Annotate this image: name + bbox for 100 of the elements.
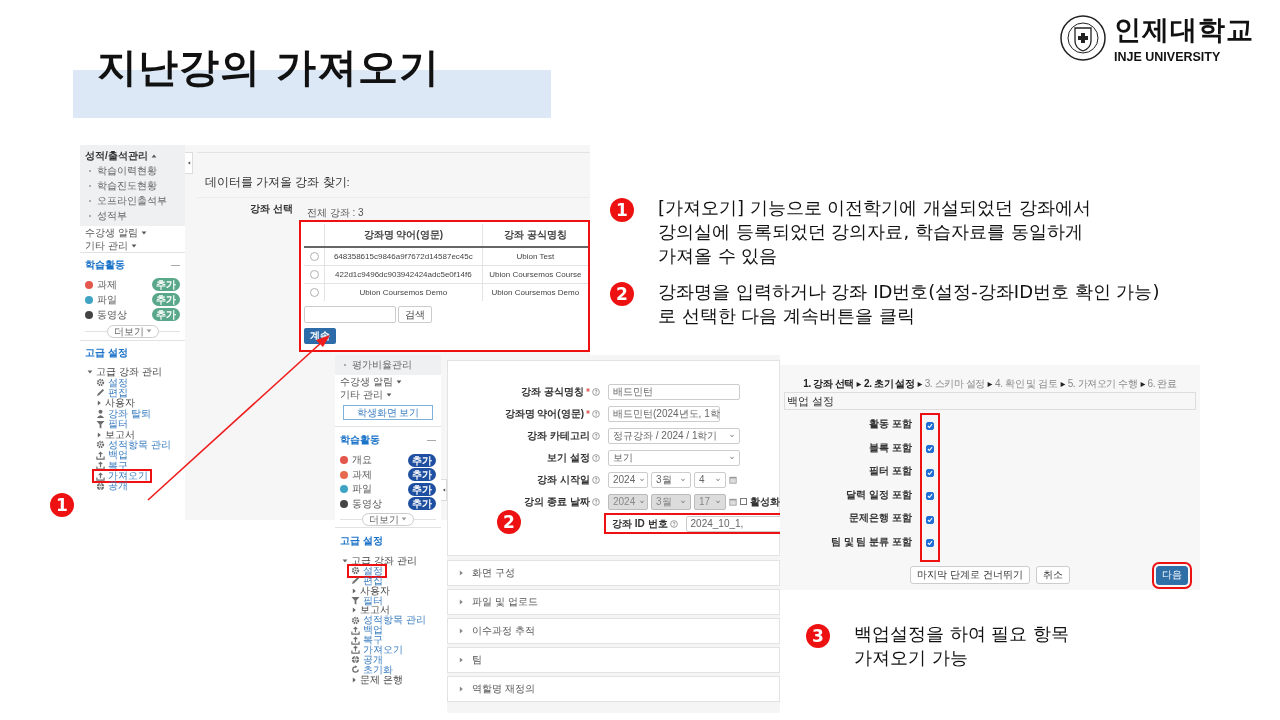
cancel-button[interactable]: 취소 bbox=[1035, 566, 1070, 585]
arrow-icon bbox=[916, 380, 923, 388]
option-label: 달력 일정 포함 bbox=[846, 487, 912, 502]
menu-link[interactable]: 성적항목 관리 bbox=[94, 439, 173, 451]
checkbox[interactable] bbox=[926, 492, 934, 501]
collapsible-section[interactable]: 화면 구성 bbox=[447, 560, 780, 586]
logo-title: 인제대학교 bbox=[1114, 13, 1254, 47]
menu-link[interactable]: 보고서 bbox=[94, 429, 137, 440]
seal-icon bbox=[1060, 15, 1106, 61]
menu-link[interactable]: 복구 bbox=[349, 635, 385, 645]
search-button[interactable]: 검색 bbox=[398, 306, 432, 323]
checkbox[interactable] bbox=[926, 445, 934, 454]
menu-link[interactable]: 필터 bbox=[94, 418, 130, 430]
field-label: 강의 종료 날짜 bbox=[524, 494, 590, 509]
collapsible-section[interactable]: 팀 bbox=[447, 647, 780, 673]
note-text: 강좌명을 입력하거나 강좌 ID번호(설정-강좌ID번호 확인 가능) 로 선택한 다음 계속버튼을 클릭 bbox=[658, 280, 1160, 328]
menu-link[interactable]: 고급 강좌 관리 bbox=[85, 367, 164, 378]
tray-arrow-icon bbox=[351, 645, 360, 655]
menu-link[interactable]: 성적부 bbox=[97, 208, 127, 223]
search-field[interactable] bbox=[304, 306, 396, 323]
step-label: 4. 확인 및 검토 bbox=[995, 377, 1058, 391]
field-label: 강좌명 약어(영문) bbox=[504, 406, 584, 421]
add-button[interactable]: 추가 bbox=[408, 453, 436, 467]
section-title: 고급 설정 bbox=[340, 534, 383, 548]
calendar-icon bbox=[729, 475, 737, 484]
menu-link[interactable]: 강좌 탈퇴 bbox=[94, 408, 153, 419]
table-cell: Ubion Coursemos Course bbox=[482, 265, 588, 284]
menu-link[interactable]: 문제 은행 bbox=[349, 674, 405, 685]
skip-button[interactable]: 마지막 단계로 건너뛰기 bbox=[910, 566, 1030, 585]
menu-item[interactable]: 수강생 알림 bbox=[340, 374, 393, 389]
menu-link[interactable]: 편집 bbox=[349, 575, 385, 586]
menu-heading[interactable]: 성적/출석관리 bbox=[85, 148, 148, 163]
menu-link[interactable]: 초기화 bbox=[349, 664, 395, 675]
text-field[interactable]: 배드민턴(2024년도, 1학 bbox=[608, 405, 720, 422]
dropdown[interactable]: 3월 bbox=[651, 471, 691, 488]
radio-button[interactable] bbox=[309, 270, 319, 280]
collapsible-section[interactable]: 파일 및 업로드 bbox=[447, 589, 780, 615]
collapsible-section[interactable]: 역할명 재정의 bbox=[447, 676, 780, 702]
menu-link[interactable]: 백업 bbox=[349, 625, 385, 636]
menu-link[interactable]: 성적항목 관리 bbox=[349, 615, 428, 626]
field-label: 강좌 선택 bbox=[249, 202, 294, 216]
activity-label: 동영상 bbox=[352, 496, 383, 511]
radio-button[interactable] bbox=[309, 288, 319, 298]
checkbox[interactable] bbox=[926, 421, 934, 430]
menu-link[interactable]: 설정 bbox=[94, 377, 130, 388]
student-view-button[interactable]: 학생화면 보기 bbox=[343, 405, 433, 420]
menu-link[interactable]: 가져오기 bbox=[94, 470, 150, 482]
dropdown[interactable]: 보기 bbox=[608, 449, 740, 466]
add-button[interactable]: 추가 bbox=[408, 468, 436, 482]
more-button[interactable]: 더보기 bbox=[362, 512, 414, 526]
menu-item[interactable]: 기타 관리 bbox=[85, 238, 128, 253]
menu-link[interactable]: 편집 bbox=[94, 387, 130, 399]
table-cell: Ubion Coursemos Demo bbox=[482, 283, 588, 301]
checkbox[interactable] bbox=[926, 515, 934, 524]
radio-button[interactable] bbox=[309, 252, 319, 262]
refresh-icon bbox=[351, 665, 360, 675]
text-field[interactable]: 2024_10_1, bbox=[685, 515, 780, 532]
dropdown[interactable]: 2024 bbox=[608, 471, 648, 488]
field-label: 강좌 카테고리 bbox=[527, 428, 590, 443]
menu-item[interactable]: 기타 관리 bbox=[340, 387, 383, 402]
add-button[interactable]: 추가 bbox=[408, 482, 436, 496]
menu-item[interactable]: 수강생 알림 bbox=[85, 225, 138, 240]
menu-link[interactable]: 복구 bbox=[94, 460, 130, 471]
collapsible-section[interactable]: 이수과정 추적 bbox=[447, 618, 780, 644]
collapse-button[interactable] bbox=[185, 152, 193, 174]
slide-title: 지난강의 가져오기 bbox=[97, 43, 440, 92]
table-cell: Ubion Coursemos Demo bbox=[324, 283, 483, 301]
menu-link[interactable]: 보고서 bbox=[349, 605, 392, 616]
caret-icon bbox=[458, 599, 464, 605]
more-button[interactable]: 더보기 bbox=[106, 324, 159, 338]
tray-arrow-icon bbox=[96, 461, 105, 471]
section-title: 고급 설정 bbox=[85, 346, 128, 360]
menu-link[interactable]: 평가비율관리 bbox=[352, 358, 412, 372]
checkbox[interactable] bbox=[926, 468, 934, 477]
menu-link[interactable]: 설정 bbox=[349, 565, 385, 576]
step-label: 6. 완료 bbox=[1147, 377, 1177, 391]
dropdown[interactable]: 정규강좌 / 2024 / 1학기 bbox=[608, 427, 740, 444]
pencil-icon bbox=[351, 576, 360, 586]
menu-link[interactable]: 공개 bbox=[94, 481, 130, 492]
arrow-icon bbox=[987, 380, 993, 388]
checkbox[interactable] bbox=[926, 539, 934, 548]
globe-icon bbox=[96, 482, 105, 491]
add-button[interactable]: 추가 bbox=[408, 497, 436, 511]
option-label: 블록 포함 bbox=[869, 440, 912, 455]
menu-link[interactable]: 학습이력현황 bbox=[97, 163, 157, 178]
menu-link[interactable]: 학습진도현황 bbox=[97, 178, 157, 193]
menu-link[interactable]: 가져오기 bbox=[349, 645, 405, 655]
menu-link[interactable]: 사용자 bbox=[349, 585, 392, 596]
collapse-button[interactable] bbox=[441, 479, 447, 501]
number-badge: 3 bbox=[806, 624, 830, 648]
dropdown[interactable]: 4 bbox=[694, 471, 726, 488]
filter-icon bbox=[351, 596, 360, 605]
menu-link[interactable]: 오프라인출석부 bbox=[97, 193, 167, 208]
menu-link[interactable]: 사용자 bbox=[94, 398, 137, 409]
menu-link[interactable]: 공개 bbox=[349, 654, 385, 665]
option-label: 활동 포함 bbox=[869, 417, 912, 431]
person-icon bbox=[96, 409, 105, 419]
menu-link[interactable]: 백업 bbox=[94, 450, 130, 461]
menu-link[interactable]: 필터 bbox=[349, 595, 385, 606]
text-field[interactable]: 배드민턴 bbox=[608, 383, 740, 400]
